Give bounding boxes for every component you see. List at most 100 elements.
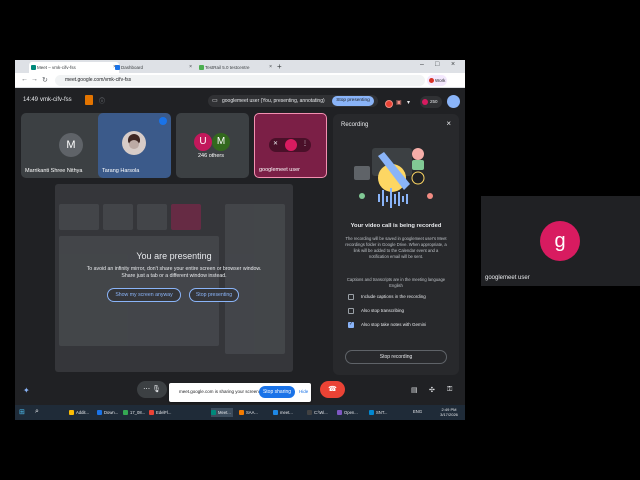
- maximize-icon[interactable]: □: [435, 61, 439, 68]
- profile-chip[interactable]: Work: [427, 75, 447, 86]
- address-bar: ← → ↻ meet.google.com/vmk-cifv-fss Work: [15, 73, 465, 88]
- participant-name: googlemeet user: [485, 275, 530, 281]
- taskbar-item[interactable]: C:\Wi...: [307, 408, 328, 417]
- profile-avatar-icon: [429, 78, 434, 83]
- presenting-text: googlemeet user (You, presenting, annota…: [222, 98, 325, 104]
- new-tab-button[interactable]: +: [277, 62, 282, 72]
- taskbar-item[interactable]: SNT...: [369, 408, 387, 417]
- tab-label: TestRail 5.0 testcentre: [205, 65, 250, 70]
- share-text: meet.google.com is sharing your screen.: [179, 389, 261, 394]
- taskbar-item[interactable]: Open...: [337, 408, 358, 417]
- minimize-icon[interactable]: –: [420, 61, 424, 68]
- tab-label: Dashboard: [121, 65, 144, 70]
- presenting-chip: ▭ googlemeet user (You, presenting, anno…: [208, 95, 378, 107]
- language-indicator[interactable]: ENG: [413, 409, 422, 414]
- close-icon[interactable]: ×: [269, 62, 272, 73]
- taskbar-item[interactable]: Down...: [97, 408, 118, 417]
- taskbar-item[interactable]: SAA...: [239, 408, 258, 417]
- more-icon: ⋯ 🎙: [143, 386, 161, 393]
- activities-icon[interactable]: ✣: [429, 386, 435, 394]
- stop-presenting-preview-button[interactable]: Stop presenting: [189, 288, 239, 302]
- reload-icon[interactable]: ↻: [42, 76, 48, 84]
- stop-presenting-button[interactable]: Stop presenting: [332, 96, 374, 106]
- presentation-preview: You are presenting To avoid an infinity …: [55, 184, 293, 372]
- leave-call-button[interactable]: ☎: [320, 381, 345, 398]
- participant-name: Marrikanti Shree Nithya: [25, 168, 83, 174]
- chevron-down-icon[interactable]: ▾: [407, 99, 410, 106]
- windows-start-icon[interactable]: ⊞: [19, 408, 25, 416]
- checkbox-label: Include captions in the recording: [361, 294, 426, 299]
- forward-icon[interactable]: →: [31, 76, 38, 83]
- url-field[interactable]: meet.google.com/vmk-cifv-fss: [55, 75, 425, 86]
- avatar: M: [59, 133, 83, 157]
- tab-testrail[interactable]: TestRail 5.0 testcentre ×: [197, 62, 275, 73]
- presenting-subtitle: To avoid an infinity mirror, don't share…: [86, 266, 262, 279]
- participant-tile[interactable]: U M 246 others: [176, 113, 249, 178]
- screen-capture: Meet – vmk-cifv-fss × Dashboard × TestRa…: [15, 60, 465, 420]
- recording-panel: Recording × Your video call is being rec…: [333, 114, 459, 375]
- recording-language-note: Captions and transcripts are in the meet…: [346, 277, 446, 288]
- recording-description: The recording will be saved in googlemee…: [345, 236, 447, 259]
- pin-icon[interactable]: ✕: [273, 140, 278, 147]
- gemini-icon[interactable]: [447, 95, 460, 108]
- close-icon[interactable]: ×: [189, 62, 192, 73]
- stop-notes-checkbox[interactable]: ✓: [348, 321, 354, 328]
- hang-up-icon: ☎: [328, 386, 337, 393]
- close-icon[interactable]: ×: [446, 119, 451, 128]
- testrail-favicon-icon: [199, 65, 204, 70]
- more-options-icon[interactable]: ⋮: [302, 140, 308, 147]
- meet-top-bar: 14:49 vmk-cifv-fss ⓘ ▭ googlemeet user (…: [15, 88, 465, 114]
- present-icon[interactable]: [285, 139, 297, 151]
- people-count: 250: [430, 99, 438, 104]
- participant-tile-self[interactable]: ✕ ⋮ googlemeet user: [254, 113, 327, 178]
- taskbar-item-active[interactable]: Meet...: [211, 408, 233, 417]
- meeting-code: vmk-cifv-fss: [40, 97, 72, 103]
- close-window-icon[interactable]: ×: [451, 61, 455, 68]
- chat-icon[interactable]: ▤: [411, 386, 418, 394]
- stop-sharing-button[interactable]: Stop sharing: [259, 386, 295, 398]
- tab-label: Meet – vmk-cifv-fss: [37, 65, 76, 70]
- people-avatar-icon: [422, 99, 428, 105]
- sparkle-icon[interactable]: ✦: [23, 386, 30, 395]
- participant-name: Tarang Harsola: [102, 168, 140, 174]
- back-icon[interactable]: ←: [21, 76, 28, 83]
- host-controls-icon[interactable]: ⚿: [447, 386, 452, 394]
- info-icon[interactable]: ⓘ: [99, 96, 105, 105]
- avatar: U: [194, 133, 212, 151]
- panel-title: Recording: [341, 122, 369, 128]
- meeting-time: 14:49: [23, 97, 39, 103]
- participant-tile[interactable]: Tarang Harsola: [98, 113, 171, 178]
- checkbox-label: Also stop take notes with Gemini: [361, 322, 427, 327]
- presenting-title: You are presenting: [136, 251, 212, 261]
- url-text: meet.google.com/vmk-cifv-fss: [65, 77, 132, 83]
- activity-badge-icon: [85, 95, 93, 105]
- include-captions-checkbox[interactable]: [348, 294, 354, 300]
- dashboard-favicon-icon: [115, 65, 120, 70]
- mic-button[interactable]: ⋯ 🎙: [137, 381, 167, 398]
- avatar: g: [540, 221, 580, 261]
- show-screen-button[interactable]: Show my screen anyway: [107, 288, 181, 302]
- avatar: [122, 131, 146, 155]
- speaking-indicator-icon: [159, 117, 167, 125]
- hide-link[interactable]: Hide: [299, 389, 308, 394]
- screen-share-notification: meet.google.com is sharing your screen. …: [169, 383, 311, 402]
- notes-icon[interactable]: ▣: [396, 99, 402, 106]
- taskbar-item[interactable]: EdelFl...: [149, 408, 171, 417]
- checkbox-label: Also stop transcribing: [361, 308, 405, 313]
- participant-tile-external[interactable]: g googlemeet user: [481, 196, 640, 286]
- search-icon[interactable]: ⌕: [35, 408, 39, 416]
- stop-recording-button[interactable]: Stop recording: [345, 350, 447, 364]
- browser-tab-strip: Meet – vmk-cifv-fss × Dashboard × TestRa…: [15, 60, 465, 73]
- taskbar-item[interactable]: 17_08...: [123, 408, 145, 417]
- taskbar-item[interactable]: Addit...: [69, 408, 89, 417]
- avatar: M: [212, 133, 230, 151]
- system-clock[interactable]: 2:49 PM 3/17/2026: [435, 407, 463, 417]
- tab-dashboard[interactable]: Dashboard ×: [113, 62, 195, 73]
- stop-transcribing-checkbox[interactable]: [348, 308, 354, 314]
- recording-indicator-icon[interactable]: [385, 100, 393, 108]
- tab-meet[interactable]: Meet – vmk-cifv-fss ×: [29, 62, 119, 73]
- recording-heading: Your video call is being recorded: [350, 223, 442, 229]
- meet-favicon-icon: [31, 65, 36, 70]
- taskbar-item[interactable]: meet...: [273, 408, 293, 417]
- people-chip[interactable]: 250: [420, 96, 442, 108]
